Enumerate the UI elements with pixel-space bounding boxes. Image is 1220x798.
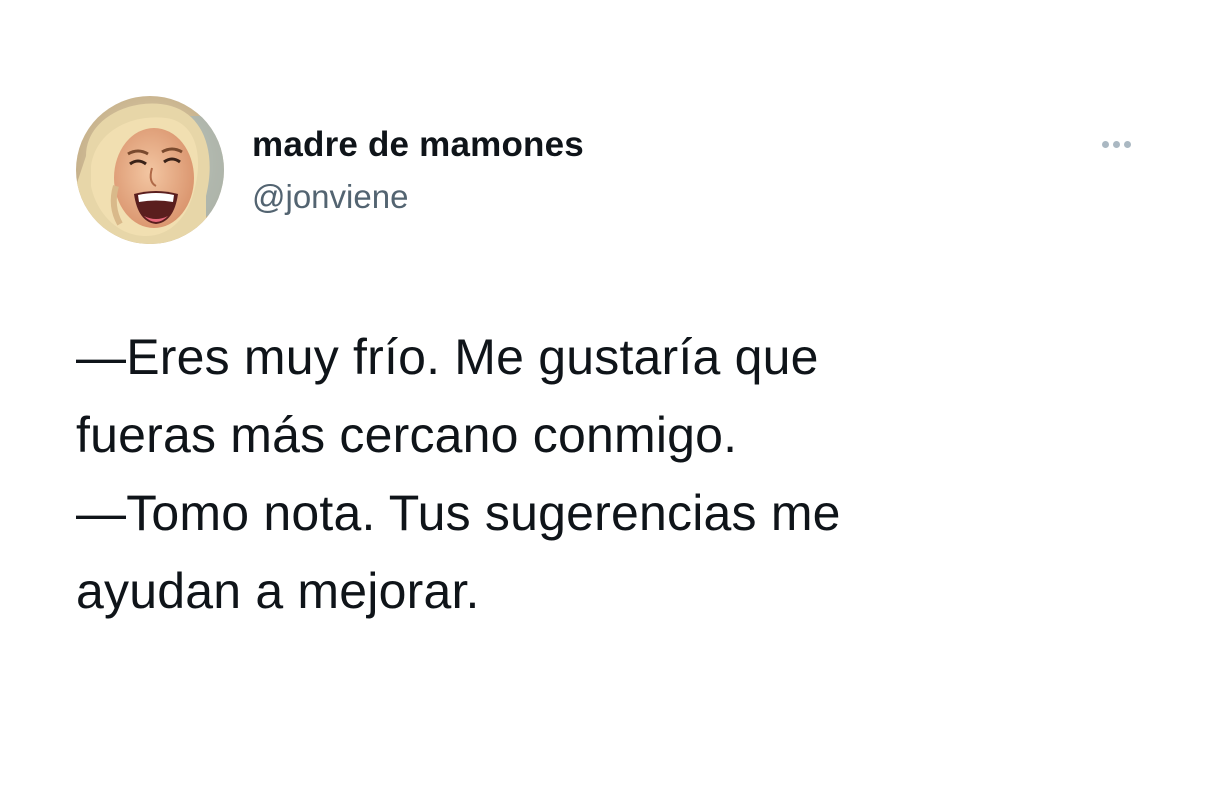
tweet-text-line: fueras más cercano conmigo.	[76, 407, 738, 463]
more-options-icon	[1112, 140, 1120, 148]
author-avatar[interactable]	[76, 96, 224, 244]
tweet-text-line: ayudan a mejorar.	[76, 563, 480, 619]
more-options-icon	[1123, 140, 1131, 148]
more-options-button[interactable]	[1088, 128, 1144, 160]
laughing-woman-avatar-icon	[76, 96, 224, 244]
tweet-text-line: —Tomo nota. Tus sugerencias me	[76, 485, 841, 541]
tweet-card: madre de mamones @jonviene —Eres muy frí…	[0, 0, 1220, 798]
author-display-name[interactable]: madre de mamones	[252, 125, 584, 165]
author-handle[interactable]: @jonviene	[252, 178, 408, 216]
tweet-text-line: —Eres muy frío. Me gustaría que	[76, 329, 819, 385]
tweet-text: —Eres muy frío. Me gustaría que fueras m…	[76, 318, 1176, 630]
more-options-icon	[1101, 140, 1109, 148]
